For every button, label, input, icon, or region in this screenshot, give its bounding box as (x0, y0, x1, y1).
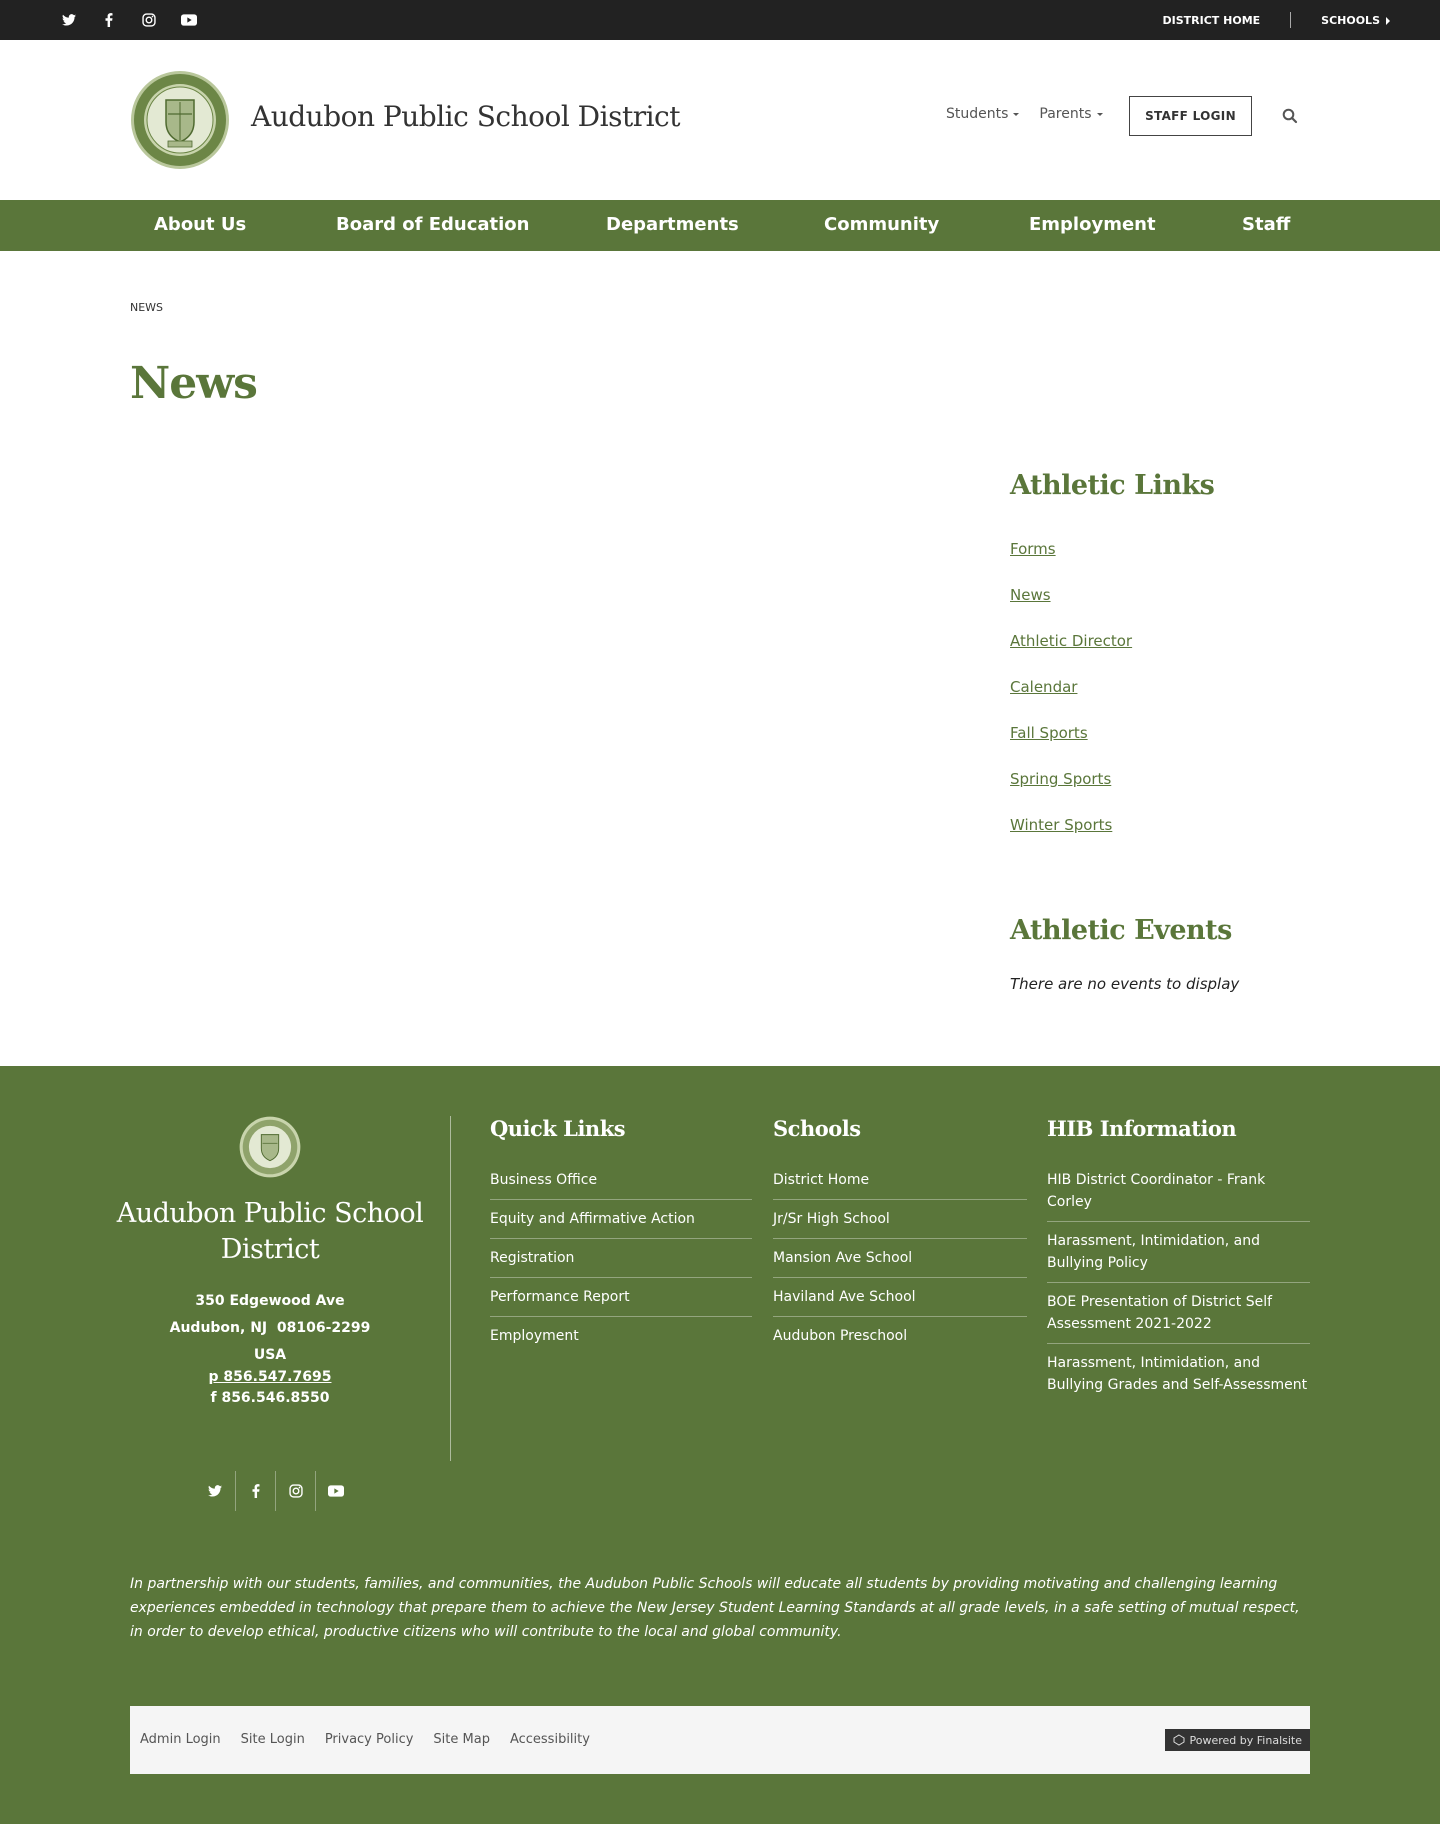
students-label: Students (946, 106, 1009, 122)
top-right-links: DISTRICT HOME SCHOOLS (1163, 0, 1390, 40)
accessibility-link[interactable]: Accessibility (510, 1732, 590, 1747)
athletic-events-heading: Athletic Events (1010, 915, 1232, 946)
link-news[interactable]: News (1010, 586, 1051, 604)
quick-links-column: Quick Links Business Office Equity and A… (490, 1116, 752, 1355)
footer-link-boe-presentation[interactable]: BOE Presentation of District Self Assess… (1047, 1283, 1310, 1344)
footer-link-hib-grades[interactable]: Harassment, Intimidation, and Bullying G… (1047, 1344, 1310, 1404)
nav-employment[interactable]: Employment (1029, 214, 1156, 235)
parents-label: Parents (1039, 106, 1092, 122)
footer-link-mansion-ave[interactable]: Mansion Ave School (773, 1239, 1027, 1278)
footer-bottom-links: Admin Login Site Login Privacy Policy Si… (140, 1732, 590, 1747)
breadcrumb: NEWS (130, 301, 164, 314)
powered-by-badge[interactable]: Powered by Finalsite (1164, 1729, 1310, 1751)
page-title: News (130, 358, 258, 409)
search-icon[interactable] (1282, 108, 1298, 124)
footer-link-performance-report[interactable]: Performance Report (490, 1278, 752, 1317)
nav-departments[interactable]: Departments (606, 214, 739, 235)
district-seal-logo[interactable] (130, 70, 230, 170)
list-item: News (1010, 586, 1132, 632)
instagram-icon[interactable] (138, 9, 160, 31)
twitter-icon[interactable] (58, 9, 80, 31)
youtube-icon[interactable] (315, 1471, 355, 1511)
footer-divider (450, 1116, 451, 1461)
site-login-link[interactable]: Site Login (241, 1732, 305, 1747)
district-home-link[interactable]: DISTRICT HOME (1163, 14, 1261, 27)
footer-link-hib-policy[interactable]: Harassment, Intimidation, and Bullying P… (1047, 1222, 1310, 1283)
parents-menu[interactable]: Parents (1039, 106, 1103, 122)
footer-link-haviland-ave[interactable]: Haviland Ave School (773, 1278, 1027, 1317)
admin-login-link[interactable]: Admin Login (140, 1732, 221, 1747)
list-item: Athletic Director (1010, 632, 1132, 678)
hib-column: HIB Information HIB District Coordinator… (1047, 1116, 1310, 1404)
main-navigation: About Us Board of Education Departments … (0, 200, 1440, 251)
link-forms[interactable]: Forms (1010, 540, 1056, 558)
fax-number: f 856.546.8550 (210, 1390, 330, 1406)
hib-heading: HIB Information (1047, 1116, 1237, 1141)
nav-community[interactable]: Community (824, 214, 939, 235)
site-map-link[interactable]: Site Map (433, 1732, 490, 1747)
schools-heading: Schools (773, 1116, 861, 1141)
site-footer: Audubon Public School District 350 Edgew… (0, 1066, 1440, 1824)
footer-seal-logo[interactable] (239, 1116, 301, 1178)
address-city: Audubon, NJ 08106-2299 (169, 1320, 371, 1336)
footer-link-hib-coordinator[interactable]: HIB District Coordinator - Frank Corley (1047, 1161, 1310, 1222)
nav-board-of-education[interactable]: Board of Education (336, 214, 530, 235)
quick-links-heading: Quick Links (490, 1116, 626, 1141)
footer-link-employment[interactable]: Employment (490, 1317, 752, 1355)
list-item: Winter Sports (1010, 816, 1132, 862)
powered-by-text: Powered by Finalsite (1189, 1733, 1302, 1747)
link-fall-sports[interactable]: Fall Sports (1010, 724, 1088, 742)
mission-statement: In partnership with our students, famili… (130, 1576, 1300, 1640)
header-audience-nav: Students Parents (946, 106, 1103, 122)
top-bar: DISTRICT HOME SCHOOLS (0, 0, 1440, 40)
site-title[interactable]: Audubon Public School District (251, 100, 680, 133)
list-item: Spring Sports (1010, 770, 1132, 816)
instagram-icon[interactable] (275, 1471, 315, 1511)
schools-column: Schools District Home Jr/Sr High School … (773, 1116, 1027, 1355)
nav-staff[interactable]: Staff (1242, 214, 1290, 235)
link-calendar[interactable]: Calendar (1010, 678, 1077, 696)
schools-menu[interactable]: SCHOOLS (1321, 14, 1390, 27)
list-item: Fall Sports (1010, 724, 1132, 770)
phone-link[interactable]: p 856.547.7695 (110, 1369, 430, 1385)
footer-link-district-home[interactable]: District Home (773, 1161, 1027, 1200)
top-social-links (58, 9, 200, 31)
site-header: Audubon Public School District Students … (0, 40, 1440, 200)
footer-link-jr-sr-high[interactable]: Jr/Sr High School (773, 1200, 1027, 1239)
caret-right-icon (1386, 16, 1390, 25)
no-events-message: There are no events to display (1010, 975, 1240, 993)
students-menu[interactable]: Students (946, 106, 1020, 122)
privacy-policy-link[interactable]: Privacy Policy (325, 1732, 414, 1747)
list-item: Forms (1010, 540, 1132, 586)
address-country: USA (253, 1347, 287, 1363)
divider (1290, 12, 1292, 28)
link-winter-sports[interactable]: Winter Sports (1010, 816, 1112, 834)
athletic-links-heading: Athletic Links (1010, 470, 1215, 501)
footer-link-registration[interactable]: Registration (490, 1239, 752, 1278)
facebook-icon[interactable] (98, 9, 120, 31)
footer-district-name: Audubon Public School District (116, 1198, 424, 1265)
facebook-icon[interactable] (235, 1471, 275, 1511)
nav-about-us[interactable]: About Us (154, 214, 246, 235)
finalsite-logo-icon (1173, 1734, 1185, 1746)
list-item: Calendar (1010, 678, 1132, 724)
footer-link-equity[interactable]: Equity and Affirmative Action (490, 1200, 752, 1239)
link-spring-sports[interactable]: Spring Sports (1010, 770, 1111, 788)
schools-label: SCHOOLS (1321, 13, 1380, 27)
caret-down-icon (1096, 112, 1103, 116)
athletic-links-list: Forms News Athletic Director Calendar Fa… (1010, 540, 1132, 862)
footer-address: 350 Edgewood Ave Audubon, NJ 08106-2299 … (110, 1288, 430, 1412)
twitter-icon[interactable] (195, 1471, 235, 1511)
footer-social-links (195, 1471, 355, 1511)
link-athletic-director[interactable]: Athletic Director (1010, 632, 1132, 650)
footer-bottom-bar: Admin Login Site Login Privacy Policy Si… (130, 1706, 1310, 1774)
caret-down-icon (1013, 112, 1020, 116)
staff-login-button[interactable]: STAFF LOGIN (1129, 96, 1252, 136)
youtube-icon[interactable] (178, 9, 200, 31)
footer-link-business-office[interactable]: Business Office (490, 1161, 752, 1200)
address-street: 350 Edgewood Ave (195, 1293, 345, 1309)
footer-link-preschool[interactable]: Audubon Preschool (773, 1317, 1027, 1355)
